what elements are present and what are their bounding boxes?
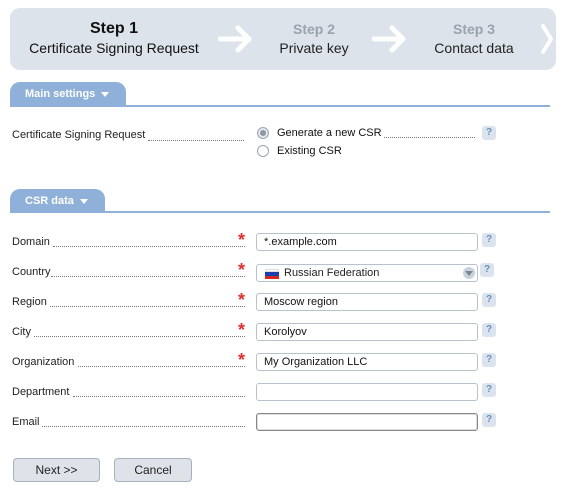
city-label: City: [12, 326, 31, 338]
help-icon[interactable]: ?: [482, 126, 496, 140]
cancel-button[interactable]: Cancel: [114, 458, 192, 482]
dotted-leader: [42, 426, 245, 427]
organization-input[interactable]: [256, 353, 478, 371]
existing-csr-label[interactable]: Existing CSR: [277, 145, 342, 157]
city-input[interactable]: [256, 323, 478, 341]
section-divider: [10, 211, 550, 213]
region-input[interactable]: [256, 293, 478, 311]
main-settings-label: Main settings: [25, 88, 96, 100]
wizard-step-2: Step 2 Private key: [260, 20, 368, 57]
step-title: Private key: [279, 40, 349, 56]
help-icon[interactable]: ?: [480, 263, 494, 277]
dotted-leader: [34, 336, 245, 337]
dotted-leader: [73, 396, 245, 397]
dotted-leader: [53, 246, 245, 247]
step-number: Step 1: [89, 20, 138, 37]
email-label: Email: [12, 416, 40, 428]
region-label: Region: [12, 296, 47, 308]
step-number: Step 2: [292, 21, 335, 37]
domain-label: Domain: [12, 236, 50, 248]
required-marker: *: [238, 290, 246, 310]
help-icon[interactable]: ?: [482, 413, 496, 427]
step-title: Contact data: [434, 40, 514, 56]
step-title: Certificate Signing Request: [29, 40, 199, 56]
help-icon[interactable]: ?: [482, 233, 496, 247]
caret-down-icon: [79, 198, 88, 204]
arrow-right-icon: [218, 25, 252, 53]
next-button[interactable]: Next >>: [13, 458, 100, 482]
chevron-right-icon: [541, 24, 553, 54]
csr-data-label: CSR data: [25, 195, 74, 207]
help-icon[interactable]: ?: [482, 383, 496, 397]
generate-new-csr-label[interactable]: Generate a new CSR: [277, 127, 382, 139]
required-marker: *: [238, 260, 246, 280]
dotted-leader: [51, 276, 245, 277]
section-divider: [10, 105, 550, 107]
russia-flag-icon: [265, 269, 279, 279]
wizard-step-1: Step 1 Certificate Signing Request: [22, 20, 206, 57]
main-settings-tab[interactable]: Main settings: [10, 82, 126, 106]
help-icon[interactable]: ?: [482, 293, 496, 307]
dotted-leader: [78, 366, 245, 367]
step-number: Step 3: [452, 21, 495, 37]
department-label: Department: [12, 386, 70, 398]
domain-input[interactable]: [256, 233, 478, 251]
chevron-down-icon[interactable]: [463, 267, 475, 279]
department-input[interactable]: [256, 383, 478, 401]
required-marker: *: [238, 230, 246, 250]
required-marker: *: [238, 350, 246, 370]
csr-data-tab[interactable]: CSR data: [10, 189, 105, 213]
wizard-steps: Step 1 Certificate Signing Request Step …: [10, 8, 556, 70]
existing-csr-radio[interactable]: [257, 145, 269, 157]
dotted-leader: [384, 137, 475, 138]
country-select-value: Russian Federation: [284, 267, 380, 279]
country-label: Country: [12, 266, 51, 278]
email-input[interactable]: [256, 413, 478, 431]
help-icon[interactable]: ?: [482, 323, 496, 337]
arrow-right-icon: [372, 25, 406, 53]
csr-mode-label: Certificate Signing Request: [12, 129, 146, 141]
country-select[interactable]: Russian Federation: [256, 264, 478, 282]
dotted-leader: [148, 140, 244, 141]
organization-label: Organization: [12, 356, 75, 368]
help-icon[interactable]: ?: [482, 353, 496, 367]
wizard-step-3: Step 3 Contact data: [426, 20, 522, 57]
generate-new-csr-radio[interactable]: [257, 127, 269, 139]
caret-down-icon: [101, 91, 110, 97]
required-marker: *: [238, 320, 246, 340]
dotted-leader: [50, 306, 245, 307]
